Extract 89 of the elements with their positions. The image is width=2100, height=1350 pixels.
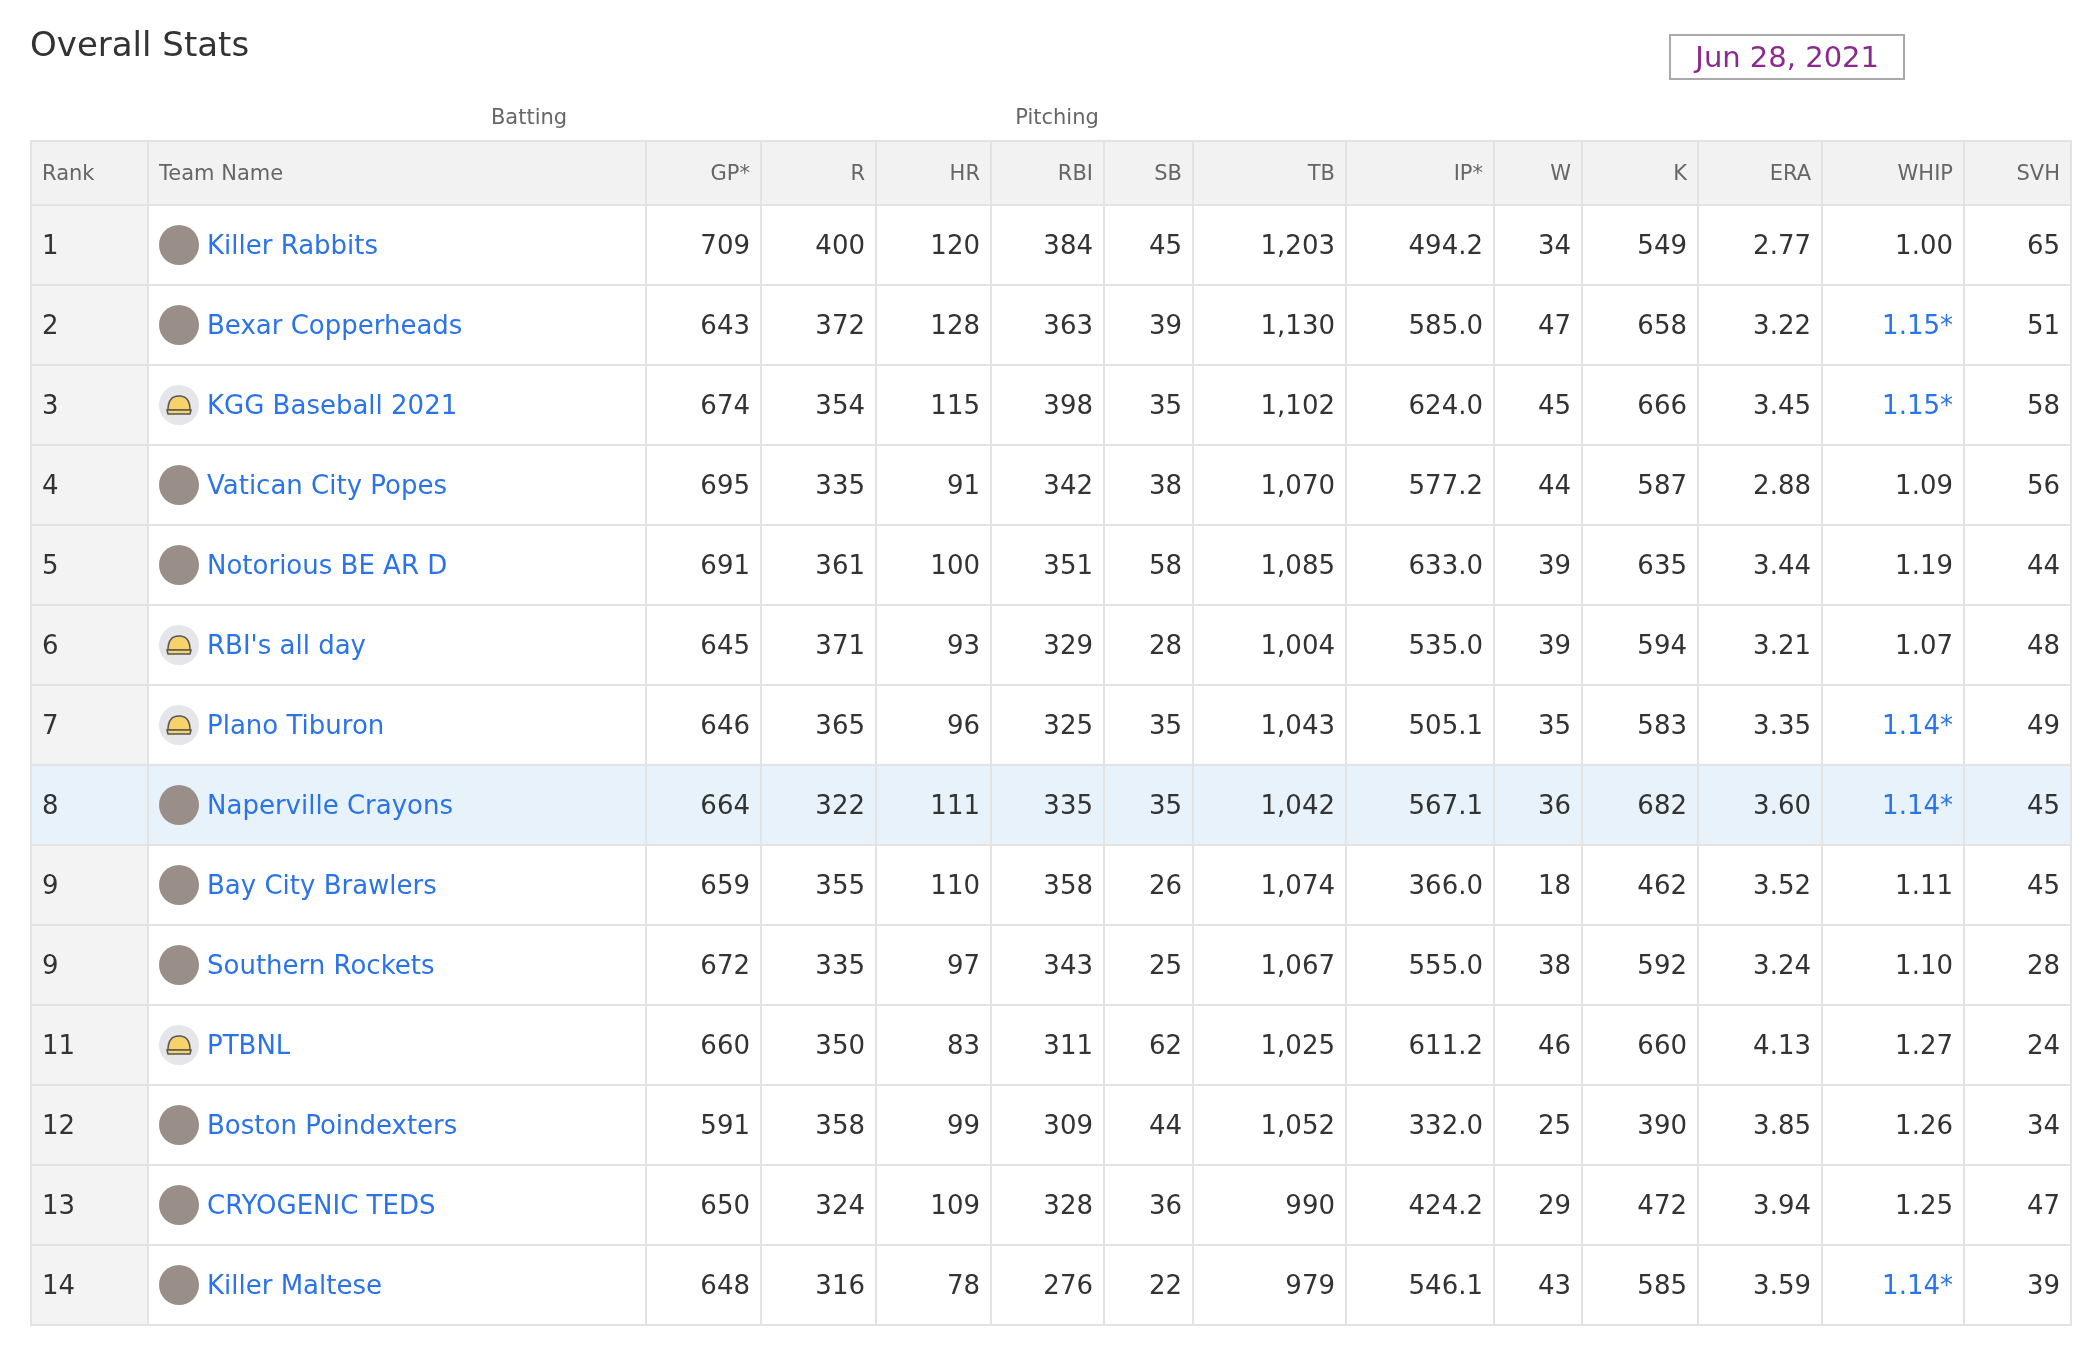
- rank-cell: 7: [31, 685, 148, 765]
- stat-cell: 43: [1494, 1245, 1582, 1325]
- table-row[interactable]: 9 Bay City Brawlers 659 355 110 358 26 1,074 366.0 18 462 3.52 1.11 45: [31, 845, 2071, 925]
- table-row[interactable]: 14 Killer Maltese 648 316 78 276 22 979 546.1 43 585 3.59 1.14* 39: [31, 1245, 2071, 1325]
- team-link[interactable]: PTBNL: [207, 1030, 291, 1060]
- photo-placeholder: [159, 225, 199, 265]
- team-link[interactable]: Bexar Copperheads: [207, 310, 463, 340]
- photo-placeholder: [159, 1105, 199, 1145]
- table-row[interactable]: 12 Boston Poindexters 591 358 99 309 44 1,052 332.0 25 390 3.85 1.26 34: [31, 1085, 2071, 1165]
- table-row[interactable]: 5 Notorious BE AR D 691 361 100 351 58 1,085 633.0 39 635 3.44 1.19 44: [31, 525, 2071, 605]
- team-link[interactable]: Killer Rabbits: [207, 230, 379, 260]
- cap-icon: [159, 1025, 199, 1065]
- table-row[interactable]: 7 Plano Tiburon 646 365 96 325 35 1,043 505.1 35 583 3.35 1.14* 49: [31, 685, 2071, 765]
- whip-link[interactable]: 1.14*: [1882, 1270, 1953, 1300]
- date-box[interactable]: Jun 28, 2021: [1669, 34, 1905, 80]
- rank-cell: 11: [31, 1005, 148, 1085]
- table-row[interactable]: 6 RBI's all day 645 371 93 329 28 1,004 535.0 39 594 3.21 1.07 48: [31, 605, 2071, 685]
- rank-cell: 9: [31, 845, 148, 925]
- table-row[interactable]: 3 KGG Baseball 2021 674 354 115 398 35 1,102 624.0 45 666 3.45 1.15* 58: [31, 365, 2071, 445]
- whip-link[interactable]: 1.15*: [1882, 310, 1953, 340]
- rank-cell: 9: [31, 925, 148, 1005]
- team-link[interactable]: Plano Tiburon: [207, 710, 385, 740]
- rank-cell: 3: [31, 365, 148, 445]
- photo-placeholder: [159, 945, 199, 985]
- column-header[interactable]: W: [1494, 141, 1582, 205]
- team-link[interactable]: Boston Poindexters: [207, 1110, 458, 1140]
- column-header[interactable]: SB: [1104, 141, 1193, 205]
- stat-cell: 276: [991, 1245, 1104, 1325]
- team-link[interactable]: KGG Baseball 2021: [207, 390, 458, 420]
- photo-placeholder: [159, 465, 199, 505]
- table-row[interactable]: 8 Naperville Crayons 664 322 111 335 35 1,042 567.1 36 682 3.60 1.14* 45: [31, 765, 2071, 845]
- column-header[interactable]: IP*: [1346, 141, 1494, 205]
- rank-cell: 2: [31, 285, 148, 365]
- stat-cell: 648: [646, 1245, 761, 1325]
- whip-link[interactable]: 1.15*: [1882, 390, 1953, 420]
- team-link[interactable]: Vatican City Popes: [207, 470, 448, 500]
- page-title: Overall Stats: [30, 24, 250, 64]
- photo-placeholder: [159, 1265, 199, 1305]
- rank-cell: 6: [31, 605, 148, 685]
- column-header[interactable]: K: [1582, 141, 1698, 205]
- stat-cell: 979: [1193, 1245, 1346, 1325]
- table-row[interactable]: 11 PTBNL 660 350 83 311 62 1,025 611.2 46 660 4.13 1.27 24: [31, 1005, 2071, 1085]
- stat-cell: 22: [1104, 1245, 1193, 1325]
- column-header[interactable]: TB: [1193, 141, 1346, 205]
- stat-cell: 585: [1582, 1245, 1698, 1325]
- rank-cell: 1: [31, 205, 148, 285]
- rank-cell: 4: [31, 445, 148, 525]
- team-link[interactable]: Notorious BE AR D: [207, 550, 448, 580]
- column-header[interactable]: WHIP: [1822, 141, 1964, 205]
- photo-placeholder: [159, 1185, 199, 1225]
- team-link[interactable]: Killer Maltese: [207, 1270, 382, 1300]
- team-link[interactable]: Bay City Brawlers: [207, 870, 437, 900]
- table-row[interactable]: 2 Bexar Copperheads 643 372 128 363 39 1,130 585.0 47 658 3.22 1.15* 51: [31, 285, 2071, 365]
- column-header[interactable]: RBI: [991, 141, 1104, 205]
- column-header[interactable]: R: [761, 141, 876, 205]
- column-header[interactable]: HR: [876, 141, 991, 205]
- cap-icon: [159, 385, 199, 425]
- team-link[interactable]: CRYOGENIC TEDS: [207, 1190, 436, 1220]
- photo-placeholder: [159, 785, 199, 825]
- rank-cell: 14: [31, 1245, 148, 1325]
- cap-icon: [159, 625, 199, 665]
- table-row[interactable]: 1 Killer Rabbits 709 400 120 384 45 1,203 494.2 34 549 2.77 1.00 65: [31, 205, 2071, 285]
- table-row[interactable]: 9 Southern Rockets 672 335 97 343 25 1,067 555.0 38 592 3.24 1.10 28: [31, 925, 2071, 1005]
- photo-placeholder: [159, 545, 199, 585]
- column-header[interactable]: GP*: [646, 141, 761, 205]
- cap-icon: [159, 705, 199, 745]
- stat-cell: 546.1: [1346, 1245, 1494, 1325]
- stat-cell: 316: [761, 1245, 876, 1325]
- stat-cell: 3.59: [1698, 1245, 1822, 1325]
- rank-cell: 13: [31, 1165, 148, 1245]
- rank-cell: 5: [31, 525, 148, 605]
- group-heading: Batting: [489, 105, 569, 129]
- team-link[interactable]: Southern Rockets: [207, 950, 435, 980]
- column-header[interactable]: ERA: [1698, 141, 1822, 205]
- stat-cell: 78: [876, 1245, 991, 1325]
- stat-cell: 39: [1964, 1245, 2071, 1325]
- group-heading: Pitching: [1014, 105, 1100, 129]
- column-header[interactable]: Team Name: [148, 141, 646, 205]
- table-row[interactable]: 4 Vatican City Popes 695 335 91 342 38 1,070 577.2 44 587 2.88 1.09 56: [31, 445, 2071, 525]
- team-link[interactable]: Naperville Crayons: [207, 790, 453, 820]
- column-header[interactable]: SVH: [1964, 141, 2071, 205]
- column-header[interactable]: Rank: [31, 141, 148, 205]
- team-link[interactable]: RBI's all day: [207, 630, 366, 660]
- rank-cell: 12: [31, 1085, 148, 1165]
- whip-link[interactable]: 1.14*: [1882, 790, 1953, 820]
- photo-placeholder: [159, 865, 199, 905]
- whip-link[interactable]: 1.14*: [1882, 710, 1953, 740]
- photo-placeholder: [159, 305, 199, 345]
- table-row[interactable]: 13 CRYOGENIC TEDS 650 324 109 328 36 990 424.2 29 472 3.94 1.25 47: [31, 1165, 2071, 1245]
